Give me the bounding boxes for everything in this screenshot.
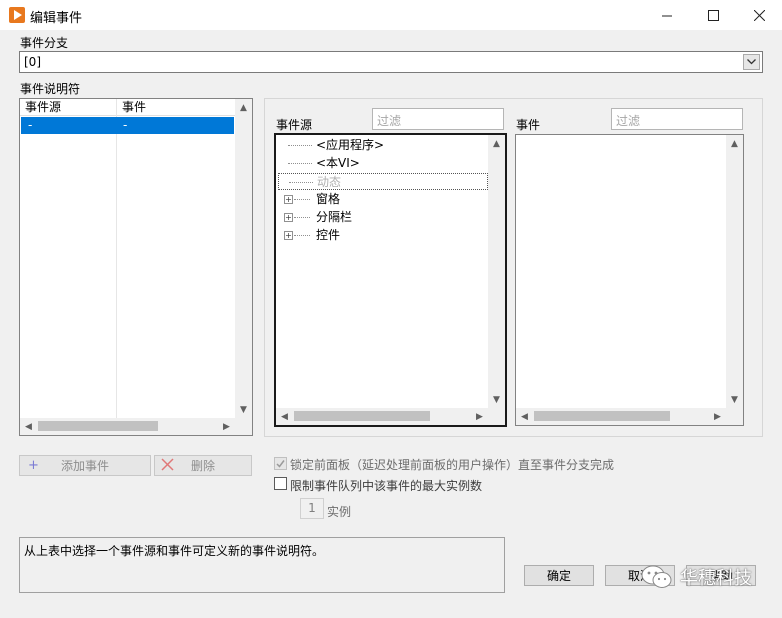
tree-connector — [288, 163, 312, 164]
specifier-event-cell[interactable]: - — [116, 117, 234, 134]
scroll-down-icon[interactable]: ▼ — [235, 401, 252, 418]
events-filter[interactable]: 过滤 — [611, 108, 743, 130]
scroll-down-icon[interactable]: ▼ — [726, 391, 743, 408]
event-case-dropdown[interactable]: [0] — [19, 51, 763, 73]
events-list[interactable]: ▲ ▼ ◀ ▶ — [515, 134, 744, 426]
vertical-scrollbar[interactable]: ▲ ▼ — [726, 135, 743, 408]
scroll-corner — [488, 408, 505, 425]
delete-label: 删除 — [190, 459, 215, 473]
scroll-down-icon[interactable]: ▼ — [488, 391, 505, 408]
scroll-up-icon[interactable]: ▲ — [726, 135, 743, 152]
add-event-button[interactable]: + 添加事件 — [19, 455, 151, 476]
event-sources-tree[interactable]: <应用程序> <本VI> 动态 + 窗格 + 分隔栏 + 控件 ▲ ▼ ◀ ▶ — [274, 133, 507, 427]
expand-plus-icon[interactable]: + — [284, 231, 293, 240]
tree-connector — [294, 217, 310, 218]
scroll-right-icon[interactable]: ▶ — [218, 418, 235, 435]
event-specifiers-list[interactable]: 事件源 事件 - - ▲ ▼ ◀ ▶ — [19, 98, 253, 436]
lock-panel-checkbox[interactable] — [274, 457, 287, 470]
tree-item-label: <应用程序> — [316, 138, 385, 152]
limit-queue-checkbox[interactable] — [274, 477, 287, 490]
tree-connector — [289, 182, 313, 183]
tree-connector — [288, 145, 312, 146]
chevron-down-icon — [747, 59, 756, 65]
scroll-right-icon[interactable]: ▶ — [709, 408, 726, 425]
vertical-scrollbar[interactable]: ▲ ▼ — [488, 135, 505, 408]
scroll-left-icon[interactable]: ◀ — [516, 408, 533, 425]
window-title: 编辑事件 — [30, 11, 83, 26]
instances-input[interactable]: 1 — [300, 498, 324, 519]
tree-item-label: <本VI> — [316, 156, 360, 170]
maximize-icon — [707, 9, 719, 21]
column-header-event-source[interactable]: 事件源 — [20, 99, 116, 116]
event-sources-label: 事件源 — [276, 118, 313, 132]
close-icon — [753, 9, 765, 21]
tree-item-label: 控件 — [316, 228, 341, 242]
tree-item[interactable]: + 分隔栏 — [278, 209, 488, 226]
close-button[interactable] — [736, 0, 782, 30]
scroll-thumb[interactable] — [534, 411, 670, 421]
specifier-source-cell[interactable]: - — [21, 117, 116, 134]
events-label: 事件 — [516, 118, 541, 132]
tree-item-label: 分隔栏 — [316, 210, 353, 224]
description-box: 从上表中选择一个事件源和事件可定义新的事件说明符。 — [19, 537, 505, 593]
labview-app-icon — [9, 7, 25, 23]
tree-item[interactable]: <本VI> — [278, 155, 488, 172]
instances-label: 实例 — [327, 505, 352, 519]
horizontal-scrollbar[interactable]: ◀ ▶ — [516, 408, 726, 425]
column-header-event[interactable]: 事件 — [117, 99, 235, 116]
scroll-thumb[interactable] — [38, 421, 158, 431]
tree-item[interactable]: 动态 — [278, 173, 488, 190]
expand-plus-icon[interactable]: + — [284, 195, 293, 204]
title-bar: 编辑事件 — [0, 0, 782, 30]
vertical-scrollbar[interactable]: ▲ ▼ — [235, 99, 252, 418]
minimize-icon — [661, 15, 672, 16]
tree-connector — [294, 199, 310, 200]
tree-item-label: 窗格 — [316, 192, 341, 206]
scroll-up-icon[interactable]: ▲ — [488, 135, 505, 152]
horizontal-scrollbar[interactable]: ◀ ▶ — [20, 418, 235, 435]
event-case-label: 事件分支 — [20, 36, 69, 50]
scroll-up-icon[interactable]: ▲ — [235, 99, 252, 116]
event-case-value: [0] — [24, 55, 41, 69]
tree-item[interactable]: + 窗格 — [278, 191, 488, 208]
checkmark-icon — [276, 460, 285, 468]
maximize-button[interactable] — [690, 0, 736, 30]
add-event-label: 添加事件 — [60, 459, 109, 473]
lock-panel-label: 锁定前面板（延迟处理前面板的用户操作）直至事件分支完成 — [290, 458, 615, 472]
wechat-icon — [641, 565, 672, 588]
event-sources-filter[interactable]: 过滤 — [372, 108, 504, 130]
expand-plus-icon[interactable]: + — [284, 213, 293, 222]
scroll-corner — [726, 408, 743, 425]
scroll-left-icon[interactable]: ◀ — [276, 408, 293, 425]
tree-connector — [294, 235, 310, 236]
scroll-corner — [235, 418, 252, 435]
tree-item[interactable]: <应用程序> — [278, 137, 488, 154]
watermark: 华穗科技 — [640, 563, 752, 591]
scroll-thumb[interactable] — [294, 411, 430, 421]
limit-queue-label: 限制事件队列中该事件的最大实例数 — [290, 479, 483, 493]
delete-x-icon — [161, 458, 174, 474]
minimize-button[interactable] — [644, 0, 690, 30]
watermark-text: 华穗科技 — [680, 568, 752, 589]
plus-icon: + — [28, 458, 39, 473]
horizontal-scrollbar[interactable]: ◀ ▶ — [276, 408, 488, 425]
column-separator — [116, 99, 117, 419]
scroll-left-icon[interactable]: ◀ — [20, 418, 37, 435]
event-specifiers-label: 事件说明符 — [20, 82, 81, 96]
scroll-right-icon[interactable]: ▶ — [471, 408, 488, 425]
ok-button[interactable]: 确定 — [524, 565, 594, 586]
tree-item-label: 动态 — [317, 175, 342, 189]
dropdown-button[interactable] — [743, 54, 760, 70]
tree-item[interactable]: + 控件 — [278, 227, 488, 244]
delete-button[interactable]: 删除 — [154, 455, 252, 476]
